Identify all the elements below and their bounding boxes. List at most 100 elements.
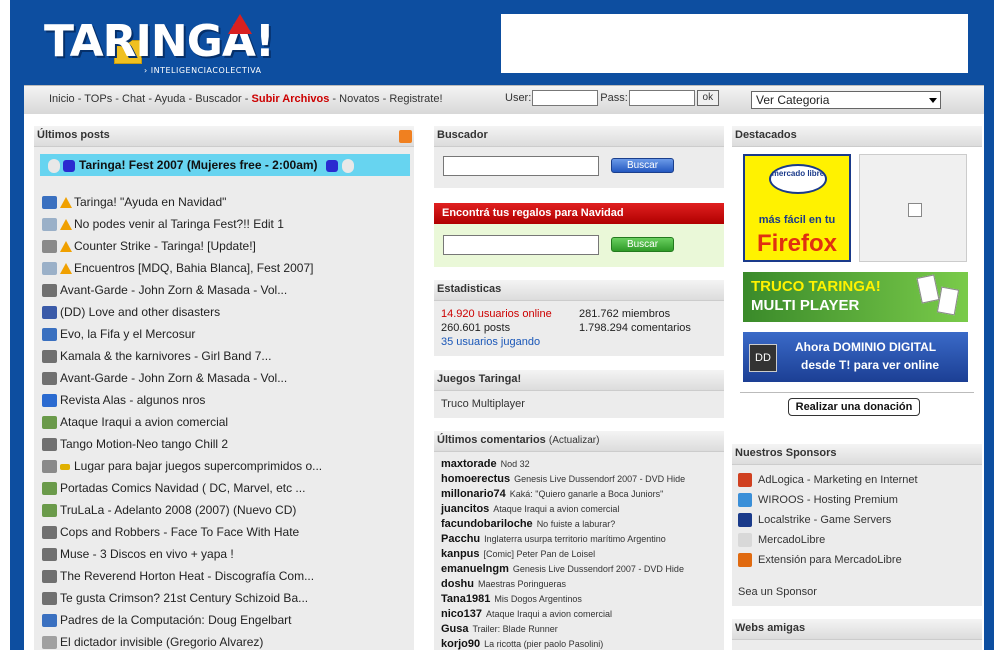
comment-post-title[interactable]: Nod 32	[501, 459, 530, 469]
user-input[interactable]	[532, 90, 599, 106]
post-list-item[interactable]: Lugar para bajar juegos supercomprimidos…	[42, 456, 322, 476]
post-list-item[interactable]: Taringa! "Ayuda en Navidad"	[42, 192, 226, 212]
sticky-post[interactable]: Taringa! Fest 2007 (Mujeres free - 2:00a…	[40, 154, 410, 176]
comment-user[interactable]: doshu	[441, 578, 474, 590]
dominio-digital-ad[interactable]: DD Ahora DOMINIO DIGITAL desde T! para v…	[743, 332, 968, 382]
post-list-item[interactable]: Ataque Iraqui a avion comercial	[42, 412, 228, 432]
truco-taringa-ad[interactable]: TRUCO TARINGA! MULTI PLAYER	[743, 272, 968, 322]
comment-post-title[interactable]: Mis Dogos Argentinos	[494, 594, 582, 604]
broken-image-ad[interactable]	[859, 154, 967, 262]
pass-input[interactable]	[628, 90, 695, 106]
ad-banner[interactable]	[501, 14, 968, 73]
nav-chat[interactable]: Chat	[122, 93, 145, 105]
comment-user[interactable]: Tana1981	[441, 593, 490, 605]
comment-post-title[interactable]: Inglaterra usurpa territorio marítimo Ar…	[484, 534, 666, 544]
sponsor-item[interactable]: MercadoLibre	[738, 530, 825, 550]
comment-user[interactable]: nico137	[441, 608, 482, 620]
comment-item[interactable]: Tana1981 Mis Dogos Argentinos	[441, 592, 582, 607]
post-list-item[interactable]: TruLaLa - Adelanto 2008 (2007) (Nuevo CD…	[42, 500, 296, 520]
nav-buscador[interactable]: Buscador	[195, 93, 241, 105]
comment-post-title[interactable]: Trailer: Blade Runner	[473, 624, 558, 634]
sponsor-item[interactable]: AdLogica - Marketing en Internet	[738, 470, 918, 490]
comments-update-link[interactable]: (Actualizar)	[549, 435, 600, 446]
comment-item[interactable]: facundobariloche No fuiste a laburar?	[441, 517, 615, 532]
comments-panel-title: Últimos comentarios (Actualizar)	[434, 431, 724, 452]
nav-subir-archivos[interactable]: Subir Archivos	[252, 93, 330, 105]
post-list-item[interactable]: The Reverend Horton Heat - Discografía C…	[42, 566, 314, 586]
comment-user[interactable]: emanuelngm	[441, 563, 509, 575]
category-select[interactable]: Ver Categoria	[751, 91, 941, 109]
comment-user[interactable]: Gusa	[441, 623, 469, 635]
comment-user[interactable]: korjo90	[441, 638, 480, 650]
comment-post-title[interactable]: Genesis Live Dussendorf 2007 - DVD Hide	[514, 474, 685, 484]
post-list-item[interactable]: No podes venir al Taringa Fest?!! Edit 1	[42, 214, 284, 234]
nav-tops[interactable]: TOPs	[84, 93, 112, 105]
comment-item[interactable]: Gusa Trailer: Blade Runner	[441, 622, 558, 637]
post-list-item[interactable]: Revista Alas - algunos nros	[42, 390, 205, 410]
search-input[interactable]	[443, 156, 599, 176]
nav-registrate[interactable]: Registrate!	[389, 93, 442, 105]
post-list-item[interactable]: Padres de la Computación: Doug Engelbart	[42, 610, 291, 630]
comment-post-title[interactable]: Ataque Iraqui a avion comercial	[486, 609, 612, 619]
nav-ayuda[interactable]: Ayuda	[154, 93, 185, 105]
nav-novatos[interactable]: Novatos	[339, 93, 379, 105]
post-list-item[interactable]: Portadas Comics Navidad ( DC, Marvel, et…	[42, 478, 305, 498]
music-icon	[42, 372, 57, 386]
comment-item[interactable]: maxtorade Nod 32	[441, 457, 530, 472]
post-list-item[interactable]: Avant-Garde - John Zorn & Masada - Vol..…	[42, 280, 287, 300]
comment-user[interactable]: Pacchu	[441, 533, 480, 545]
comment-user[interactable]: millonario74	[441, 488, 506, 500]
comment-user[interactable]: juancitos	[441, 503, 489, 515]
comment-user[interactable]: homoerectus	[441, 473, 510, 485]
comment-user[interactable]: kanpus	[441, 548, 480, 560]
search-button[interactable]: Buscar	[611, 158, 674, 173]
post-list-item[interactable]: Avant-Garde - John Zorn & Masada - Vol..…	[42, 368, 287, 388]
post-list-item[interactable]: Te gusta Crimson? 21st Century Schizoid …	[42, 588, 308, 608]
gifts-search-button[interactable]: Buscar	[611, 237, 674, 252]
broken-image-icon	[908, 203, 922, 217]
comment-item[interactable]: korjo90 La ricotta (pier paolo Pasolini)	[441, 637, 603, 650]
comment-item[interactable]: emanuelngm Genesis Live Dussendorf 2007 -…	[441, 562, 684, 577]
comment-item[interactable]: nico137 Ataque Iraqui a avion comercial	[441, 607, 612, 622]
sponsor-item[interactable]: Localstrike - Game Servers	[738, 510, 891, 530]
comment-post-title[interactable]: Ataque Iraqui a avion comercial	[493, 504, 619, 514]
post-list-item[interactable]: El dictador invisible (Gregorio Alvarez)	[42, 632, 263, 650]
comment-post-title[interactable]: Maestras Poringueras	[478, 579, 566, 589]
nav-inicio[interactable]: Inicio	[49, 93, 75, 105]
post-list-item[interactable]: Evo, la Fifa y el Mercosur	[42, 324, 195, 344]
mercadolibre-firefox-ad[interactable]: mercado libre más fácil en tu Firefox	[743, 154, 851, 262]
comment-item[interactable]: juancitos Ataque Iraqui a avion comercial	[441, 502, 619, 517]
login-ok-button[interactable]: ok	[696, 90, 719, 106]
comment-user[interactable]: maxtorade	[441, 458, 497, 470]
sponsor-item[interactable]: Extensión para MercadoLibre	[738, 550, 902, 570]
taringa-logo[interactable]: TARINGA! › INTELIGENCIACOLECTIVA	[44, 14, 284, 75]
sponsor-label: Extensión para MercadoLibre	[758, 554, 902, 566]
post-list-item[interactable]: Encuentros [MDQ, Bahia Blanca], Fest 200…	[42, 258, 313, 278]
donate-button[interactable]: Realizar una donación	[788, 398, 920, 416]
post-list-item[interactable]: Muse - 3 Discos en vivo + yapa !	[42, 544, 234, 564]
comment-post-title[interactable]: La ricotta (pier paolo Pasolini)	[484, 639, 603, 649]
sponsor-cta-link[interactable]: Sea un Sponsor	[738, 582, 817, 602]
comment-item[interactable]: millonario74 Kaká: "Quiero ganarle a Boca…	[441, 487, 663, 502]
comment-item[interactable]: Pacchu Inglaterra usurpa territorio marít…	[441, 532, 666, 547]
sponsor-item[interactable]: WIROOS - Hosting Premium	[738, 490, 898, 510]
rss-icon[interactable]	[399, 130, 412, 143]
comment-item[interactable]: doshu Maestras Poringueras	[441, 577, 566, 592]
comment-post-title[interactable]: Kaká: "Quiero ganarle a Boca Juniors"	[510, 489, 663, 499]
comment-user[interactable]: facundobariloche	[441, 518, 533, 530]
post-list-item[interactable]: (DD) Love and other disasters	[42, 302, 220, 322]
comment-post-title[interactable]: [Comic] Peter Pan de Loisel	[484, 549, 596, 559]
gifts-search-input[interactable]	[443, 235, 599, 255]
comment-item[interactable]: homoerectus Genesis Live Dussendorf 2007 …	[441, 472, 685, 487]
post-title: The Reverend Horton Heat - Discografía C…	[60, 569, 315, 583]
post-list-item[interactable]: Counter Strike - Taringa! [Update!]	[42, 236, 256, 256]
game-truco-link[interactable]: Truco Multiplayer	[441, 398, 525, 410]
post-list-item[interactable]: Tango Motion-Neo tango Chill 2	[42, 434, 228, 454]
comment-post-title[interactable]: No fuiste a laburar?	[537, 519, 616, 529]
post-list-item[interactable]: Kamala & the karnivores - Girl Band 7...	[42, 346, 271, 366]
stat-playing[interactable]: 35 usuarios jugando	[441, 336, 540, 348]
post-list-item[interactable]: Cops and Robbers - Face To Face With Hat…	[42, 522, 299, 542]
comment-post-title[interactable]: Genesis Live Dussendorf 2007 - DVD Hide	[513, 564, 684, 574]
comment-item[interactable]: kanpus [Comic] Peter Pan de Loisel	[441, 547, 595, 562]
santa-icon	[48, 158, 60, 173]
